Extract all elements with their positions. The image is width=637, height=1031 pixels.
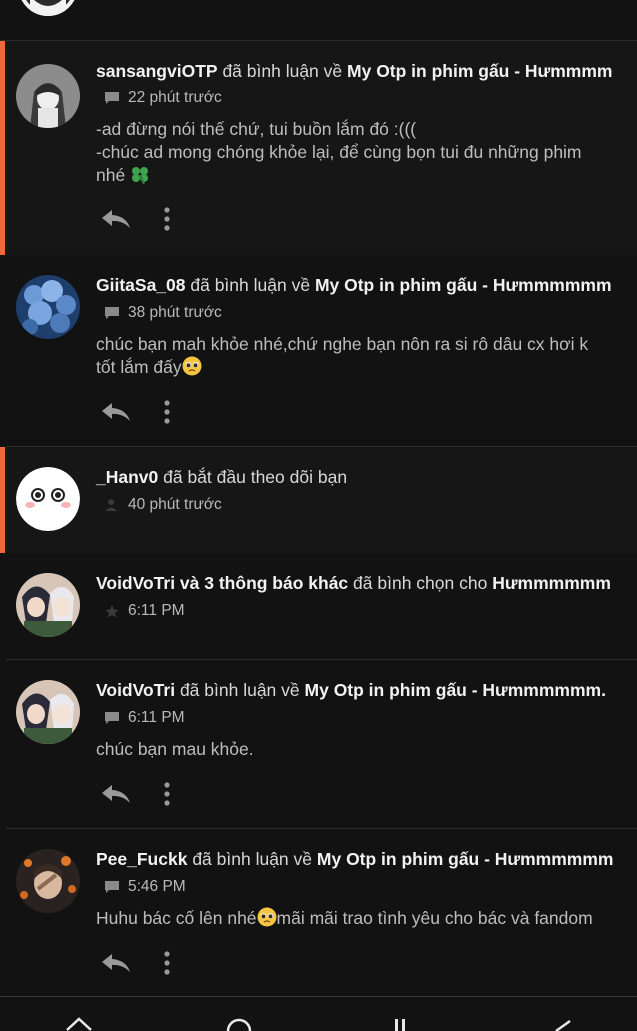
notification-item[interactable]: Pee_Fuckk đã bình luận về My Otp in phim… bbox=[0, 829, 637, 996]
story-title-link[interactable]: My Otp in phim gấu - Hưmmmmmm. bbox=[305, 680, 606, 700]
more-options-icon[interactable] bbox=[164, 207, 170, 231]
username[interactable]: Pee_Fuckk bbox=[96, 849, 187, 869]
comment-icon bbox=[105, 307, 119, 319]
action-text: đã bình luận về bbox=[179, 680, 300, 700]
reply-icon[interactable] bbox=[100, 401, 132, 423]
timestamp: 38 phút trước bbox=[128, 304, 222, 321]
comment-text: Huhu bác cố lên nhé mãi mãi trao tình yê… bbox=[96, 907, 593, 930]
notification-meta: 6:11 PM bbox=[104, 602, 185, 620]
comment-icon bbox=[105, 881, 119, 893]
comment-line: -ad đừng nói thế chứ, tui buồn lắm đó :(… bbox=[96, 119, 417, 139]
username[interactable]: GiitaSa_08 bbox=[96, 275, 186, 295]
notification-meta: 5:46 PM bbox=[104, 878, 186, 896]
action-text: đã bình chọn cho bbox=[353, 573, 488, 593]
avatar[interactable] bbox=[16, 573, 80, 637]
notification-item[interactable]: VoidVoTri đã bình luận về My Otp in phim… bbox=[0, 660, 637, 829]
notification-meta: 38 phút trước bbox=[104, 304, 222, 322]
star-icon bbox=[105, 605, 119, 618]
username[interactable]: _Hanv0 bbox=[96, 467, 158, 487]
comment-line-with-emoji: nhé bbox=[96, 164, 582, 187]
timestamp: 40 phút trước bbox=[128, 496, 222, 513]
comment-text: chúc bạn mau khỏe. bbox=[96, 738, 254, 761]
comment-text: -ad đừng nói thế chứ, tui buồn lắm đó :(… bbox=[96, 118, 582, 187]
reply-icon[interactable] bbox=[100, 208, 132, 230]
username[interactable]: VoidVoTri bbox=[96, 680, 175, 700]
action-text: đã bắt đầu theo dõi bạn bbox=[163, 467, 348, 487]
notification-headline: _Hanv0 đã bắt đầu theo dõi bạn bbox=[96, 466, 347, 488]
four-leaf-clover-icon bbox=[132, 167, 149, 184]
comment-line: chúc bạn mah khỏe nhé,chứ nghe bạn nôn r… bbox=[96, 334, 589, 354]
comment-line: tốt lắm đấy bbox=[96, 357, 182, 377]
discover-icon[interactable] bbox=[224, 1015, 254, 1031]
comment-line: Huhu bác cố lên nhé bbox=[96, 908, 257, 928]
notification-headline: VoidVoTri đã bình luận về My Otp in phim… bbox=[96, 679, 606, 701]
comment-icon bbox=[105, 712, 119, 724]
notification-item[interactable]: GiitaSa_08 đã bình luận về My Otp in phi… bbox=[0, 255, 637, 447]
notification-meta: 6:11 PM bbox=[104, 709, 185, 727]
username[interactable]: sansangviOTP bbox=[96, 61, 218, 81]
avatar[interactable] bbox=[16, 680, 80, 744]
timestamp: 6:11 PM bbox=[128, 709, 185, 726]
notification-actions bbox=[100, 207, 170, 231]
notification-actions bbox=[100, 400, 170, 424]
comment-line-with-emoji: tốt lắm đấy bbox=[96, 356, 588, 379]
avatar[interactable] bbox=[18, 0, 78, 16]
username[interactable]: VoidVoTri và 3 thông báo khác bbox=[96, 573, 348, 593]
avatar[interactable] bbox=[16, 275, 80, 339]
comment-line: mãi mãi trao tình yêu cho bác và fandom bbox=[276, 908, 593, 928]
notification-item[interactable]: VoidVoTri và 3 thông báo khác đã bình ch… bbox=[0, 553, 637, 660]
notification-headline: VoidVoTri và 3 thông báo khác đã bình ch… bbox=[96, 572, 611, 594]
bottom-navigation bbox=[0, 996, 637, 1031]
story-title-link[interactable]: My Otp in phim gấu - Hưmmmmmm bbox=[317, 849, 614, 869]
timestamp: 5:46 PM bbox=[128, 878, 186, 895]
follow-icon bbox=[105, 499, 117, 511]
story-title-link[interactable]: My Otp in phim gấu - Hưmmmm bbox=[347, 61, 612, 81]
more-options-icon[interactable] bbox=[164, 400, 170, 424]
notification-meta: 22 phút trước bbox=[104, 89, 222, 107]
comment-line: -chúc ad mong chóng khỏe lại, để cùng bọ… bbox=[96, 142, 582, 162]
timestamp: 6:11 PM bbox=[128, 602, 185, 619]
notification-feed[interactable]: sansangviOTP đã bình luận về My Otp in p… bbox=[0, 0, 637, 996]
action-text: đã bình luận về bbox=[190, 275, 311, 295]
notification-meta: 40 phút trước bbox=[104, 496, 222, 514]
action-text: đã bình luận về bbox=[222, 61, 343, 81]
write-icon[interactable] bbox=[552, 1015, 576, 1031]
notification-actions bbox=[100, 782, 170, 806]
notification-item[interactable]: _Hanv0 đã bắt đầu theo dõi bạn 40 phút t… bbox=[0, 447, 637, 553]
more-options-icon[interactable] bbox=[164, 951, 170, 975]
story-title-link[interactable]: My Otp in phim gấu - Hưmmmmmm bbox=[315, 275, 612, 295]
story-title-link[interactable]: Hưmmmmmm bbox=[492, 573, 611, 593]
reply-icon[interactable] bbox=[100, 783, 132, 805]
comment-text: chúc bạn mah khỏe nhé,chứ nghe bạn nôn r… bbox=[96, 333, 588, 379]
notification-headline: sansangviOTP đã bình luận về My Otp in p… bbox=[96, 60, 612, 82]
notification-headline: Pee_Fuckk đã bình luận về My Otp in phim… bbox=[96, 848, 613, 870]
library-icon[interactable] bbox=[392, 1015, 416, 1031]
notification-headline: GiitaSa_08 đã bình luận về My Otp in phi… bbox=[96, 274, 612, 296]
reply-icon[interactable] bbox=[100, 952, 132, 974]
pleading-face-icon bbox=[257, 907, 277, 927]
timestamp: 22 phút trước bbox=[128, 89, 222, 106]
comment-line: chúc bạn mau khỏe. bbox=[96, 739, 254, 759]
home-icon[interactable] bbox=[64, 1015, 94, 1031]
avatar[interactable] bbox=[16, 849, 80, 913]
avatar[interactable] bbox=[16, 467, 80, 531]
comment-line: nhé bbox=[96, 165, 126, 185]
comment-line-with-emoji: Huhu bác cố lên nhé mãi mãi trao tình yê… bbox=[96, 907, 593, 930]
more-options-icon[interactable] bbox=[164, 782, 170, 806]
action-text: đã bình luận về bbox=[192, 849, 313, 869]
notification-item[interactable]: sansangviOTP đã bình luận về My Otp in p… bbox=[0, 41, 637, 255]
notification-actions bbox=[100, 951, 170, 975]
pleading-face-icon bbox=[182, 356, 202, 376]
previous-notification-stub[interactable] bbox=[0, 0, 637, 41]
comment-icon bbox=[105, 92, 119, 104]
avatar[interactable] bbox=[16, 64, 80, 128]
